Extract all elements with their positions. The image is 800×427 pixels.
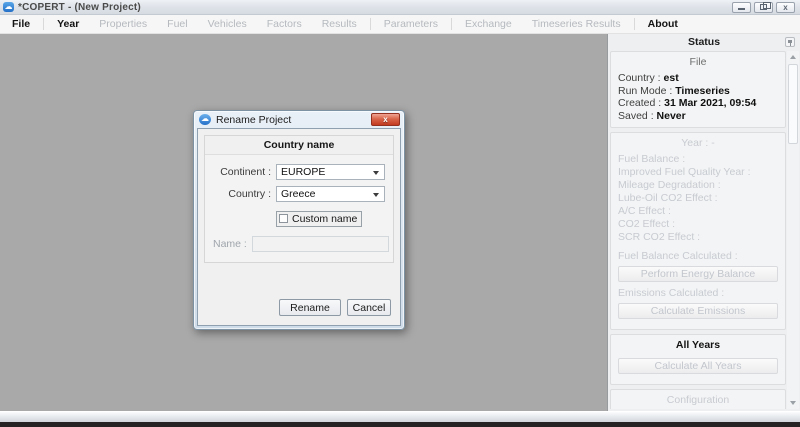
custom-name-row: Custom name (276, 210, 385, 228)
status-row-country: Country : est (618, 72, 778, 85)
year-item-fuel-balance: Fuel Balance : (618, 153, 778, 166)
menu-about[interactable]: About (638, 18, 688, 30)
year-item-co2-effect: CO2 Effect : (618, 218, 778, 231)
dialog-title-bar[interactable]: ☁ Rename Project x (194, 111, 404, 128)
scroll-up-arrow[interactable] (787, 51, 799, 63)
title-bar: ☁ *COPERT - (New Project) x (0, 0, 800, 15)
menu-year[interactable]: Year (47, 18, 89, 30)
status-row-created: Created : 31 Mar 2021, 09:54 (618, 97, 778, 110)
status-panel: Status File Country : est Run Mode : Tim… (607, 34, 800, 411)
status-value: Never (657, 110, 686, 122)
status-label: Run Mode : (618, 85, 675, 97)
custom-name-checkbox[interactable]: Custom name (276, 211, 362, 227)
sidebar-scrollbar[interactable] (787, 51, 799, 409)
file-section: File Country : est Run Mode : Timeseries… (610, 51, 786, 128)
status-bar (0, 411, 800, 422)
cancel-button[interactable]: Cancel (347, 299, 391, 316)
menu-timeseries-results: Timeseries Results (522, 18, 631, 30)
continent-selected-value: EUROPE (281, 166, 325, 178)
status-panel-content: File Country : est Run Mode : Timeseries… (610, 51, 786, 409)
menu-fuel: Fuel (157, 18, 197, 30)
menu-separator (370, 18, 371, 30)
close-button[interactable]: x (776, 2, 795, 13)
year-item-improved-fuel-quality: Improved Fuel Quality Year : (618, 166, 778, 179)
country-row: Country : Greece (213, 186, 385, 202)
rename-project-dialog: ☁ Rename Project x Country name Continen… (193, 110, 405, 330)
status-panel-header: Status (608, 34, 800, 50)
copert-logo-icon: ☁ (199, 114, 211, 125)
year-section-title: Year : - (618, 134, 778, 153)
name-row: Name : (213, 236, 385, 252)
country-name-group-title: Country name (205, 136, 393, 155)
emissions-calculated-label: Emissions Calculated : (618, 287, 778, 300)
file-section-title: File (618, 53, 778, 72)
custom-name-label: Custom name (292, 213, 357, 225)
menu-separator (634, 18, 635, 30)
menu-results: Results (312, 18, 367, 30)
year-section: Year : - Fuel Balance : Improved Fuel Qu… (610, 132, 786, 330)
fuel-balance-calculated-label: Fuel Balance Calculated : (618, 250, 778, 263)
bottom-dark-strip (0, 422, 800, 427)
menu-bar: File Year Properties Fuel Vehicles Facto… (0, 15, 800, 34)
continent-row: Continent : EUROPE (213, 164, 385, 180)
year-item-scr-co2-effect: SCR CO2 Effect : (618, 231, 778, 244)
country-select[interactable]: Greece (276, 186, 385, 202)
country-label: Country : (213, 188, 271, 200)
name-label: Name : (213, 238, 247, 250)
status-row-saved: Saved : Never (618, 110, 778, 123)
continent-label: Continent : (213, 166, 271, 178)
checkbox-icon (279, 214, 288, 223)
configuration-section-title: Configuration (618, 391, 778, 409)
status-row-run-mode: Run Mode : Timeseries (618, 85, 778, 98)
minimize-icon (738, 8, 745, 10)
restore-icon (760, 4, 767, 10)
continent-select[interactable]: EUROPE (276, 164, 385, 180)
window-title: *COPERT - (New Project) (18, 2, 141, 13)
all-years-section: All Years Calculate All Years (610, 334, 786, 385)
scrollbar-thumb[interactable] (788, 64, 798, 144)
perform-energy-balance-button[interactable]: Perform Energy Balance (618, 266, 778, 282)
chevron-down-icon (373, 193, 379, 197)
dialog-title: Rename Project (216, 114, 291, 126)
status-value: Timeseries (675, 85, 730, 97)
menu-vehicles: Vehicles (198, 18, 257, 30)
configuration-section: Configuration Perform automatic energy b… (610, 389, 786, 409)
calculate-emissions-button[interactable]: Calculate Emissions (618, 303, 778, 319)
menu-factors: Factors (257, 18, 312, 30)
all-years-section-title: All Years (618, 336, 778, 355)
calculate-all-years-button[interactable]: Calculate All Years (618, 358, 778, 374)
dialog-close-button[interactable]: x (371, 113, 400, 126)
close-icon: x (783, 3, 787, 12)
restore-button[interactable] (754, 2, 773, 13)
rename-button[interactable]: Rename (279, 299, 341, 316)
copert-window: ☁ *COPERT - (New Project) x File Year Pr… (0, 0, 800, 427)
menu-exchange: Exchange (455, 18, 522, 30)
menu-separator (451, 18, 452, 30)
pin-icon[interactable] (785, 37, 795, 47)
menu-parameters: Parameters (374, 18, 448, 30)
window-controls: x (732, 2, 797, 13)
country-selected-value: Greece (281, 188, 315, 200)
menu-file[interactable]: File (2, 18, 40, 30)
status-panel-title: Status (688, 36, 720, 48)
chevron-down-icon (373, 171, 379, 175)
menu-separator (43, 18, 44, 30)
dialog-body: Country name Continent : EUROPE Country … (197, 128, 401, 326)
status-value: 31 Mar 2021, 09:54 (664, 97, 756, 109)
year-item-lube-oil-co2: Lube-Oil CO2 Effect : (618, 192, 778, 205)
copert-logo-icon: ☁ (3, 2, 14, 12)
name-input[interactable] (252, 236, 389, 252)
minimize-button[interactable] (732, 2, 751, 13)
year-item-ac-effect: A/C Effect : (618, 205, 778, 218)
status-value: est (664, 72, 679, 84)
status-label: Country : (618, 72, 664, 84)
scroll-down-arrow[interactable] (787, 397, 799, 409)
year-item-mileage-degradation: Mileage Degradation : (618, 179, 778, 192)
dialog-footer: Rename Cancel (279, 299, 391, 316)
country-name-group: Country name Continent : EUROPE Country … (204, 135, 394, 263)
status-label: Saved : (618, 110, 657, 122)
status-label: Created : (618, 97, 664, 109)
menu-properties: Properties (89, 18, 157, 30)
